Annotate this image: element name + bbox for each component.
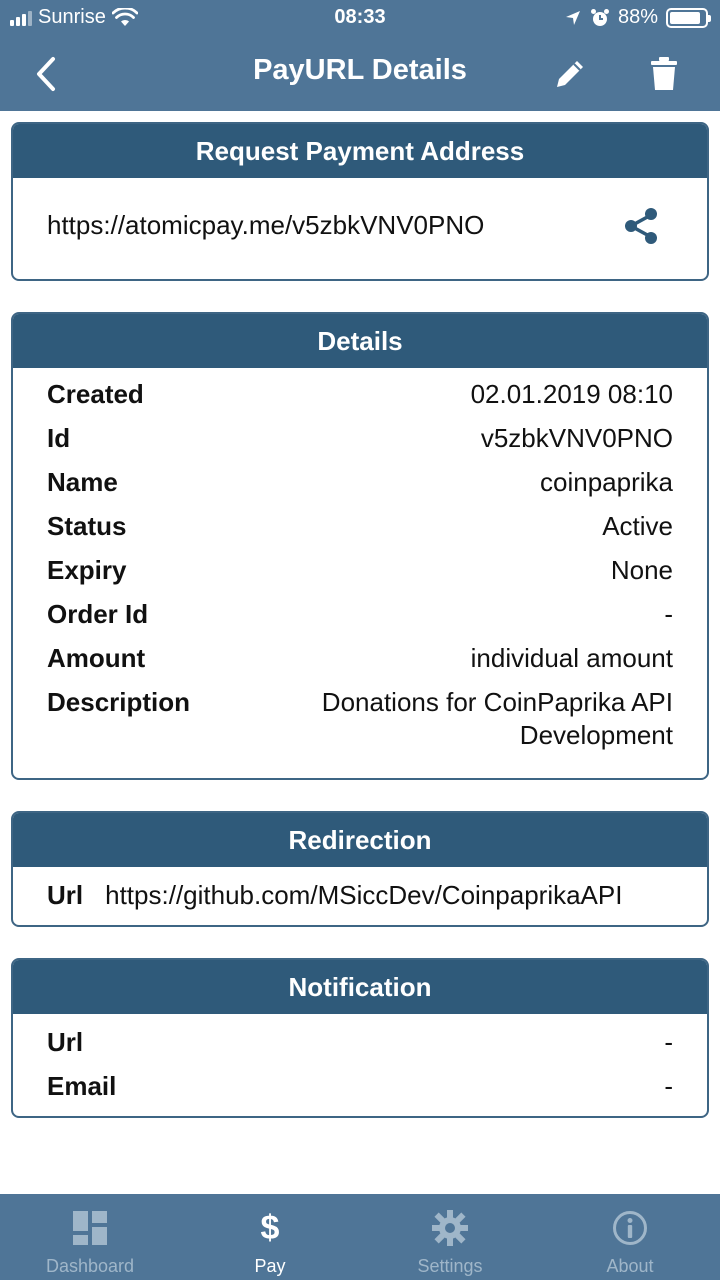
detail-value: - xyxy=(664,599,673,629)
detail-row-description: Description Donations for CoinPaprika AP… xyxy=(13,680,707,752)
battery-percent: 88% xyxy=(617,6,658,28)
detail-value: 02.01.2019 08:10 xyxy=(470,379,673,409)
notification-card: Notification Url - Email - xyxy=(11,958,709,1118)
info-icon xyxy=(610,1208,650,1248)
tab-label: Settings xyxy=(417,1256,483,1276)
redirection-url-row: Url https://github.com/MSiccDev/Coinpapr… xyxy=(13,867,707,923)
detail-row-amount: Amount individual amount xyxy=(13,636,707,680)
notification-row-email: Email - xyxy=(13,1064,707,1108)
alarm-icon xyxy=(590,8,609,26)
detail-row-order-id: Order Id - xyxy=(13,592,707,636)
redirection-url-label: Url xyxy=(47,879,84,910)
request-payment-card: Request Payment Address https://atomicpa… xyxy=(11,122,709,281)
detail-label: Id xyxy=(47,423,71,453)
gear-icon xyxy=(430,1208,470,1248)
detail-value: coinpaprika xyxy=(540,467,673,497)
detail-value: v5zbkVNV0PNO xyxy=(480,423,673,453)
detail-row-name: Name coinpaprika xyxy=(13,460,707,504)
page-title: PayURL Details xyxy=(253,54,467,86)
card-title: Redirection xyxy=(13,813,707,867)
detail-value: Donations for CoinPaprika API Developmen… xyxy=(322,680,673,752)
card-title: Details xyxy=(13,314,707,368)
detail-row-status: Status Active xyxy=(13,504,707,548)
detail-label: Expiry xyxy=(47,555,127,585)
redirection-card: Redirection Url https://github.com/MSicc… xyxy=(11,811,709,927)
notification-label: Email xyxy=(47,1071,117,1101)
tab-settings[interactable]: Settings xyxy=(360,1194,540,1280)
share-button[interactable] xyxy=(621,206,661,246)
tab-dashboard[interactable]: Dashboard xyxy=(0,1194,180,1280)
card-title: Notification xyxy=(13,960,707,1014)
tab-label: About xyxy=(606,1256,654,1276)
detail-row-id: Id v5zbkVNV0PNO xyxy=(13,416,707,460)
tab-label: Dashboard xyxy=(45,1256,135,1276)
top-bar: Sunrise 08:33 88% PayURL Details xyxy=(0,0,720,111)
dashboard-icon xyxy=(70,1208,110,1248)
dollar-icon: $ xyxy=(260,1208,280,1247)
details-card: Details Created 02.01.2019 08:10 Id v5zb… xyxy=(11,312,709,780)
detail-label: Created xyxy=(47,379,144,409)
notification-label: Url xyxy=(47,1027,84,1057)
pencil-icon xyxy=(557,61,583,87)
tab-bar: Dashboard $ Pay Settings About xyxy=(0,1194,720,1280)
trash-icon xyxy=(651,57,677,90)
detail-label: Name xyxy=(47,467,118,497)
detail-value: Active xyxy=(602,511,673,541)
location-arrow-icon xyxy=(565,10,580,25)
detail-label: Description xyxy=(47,687,191,717)
delete-button[interactable] xyxy=(642,52,686,96)
detail-label: Order Id xyxy=(47,599,149,629)
detail-value: None xyxy=(610,555,673,585)
battery-icon xyxy=(666,7,711,28)
detail-row-expiry: Expiry None xyxy=(13,548,707,592)
description-line: Development xyxy=(519,720,673,750)
notification-value: - xyxy=(664,1027,673,1057)
description-line: Donations for CoinPaprika API xyxy=(321,687,673,717)
share-icon xyxy=(625,208,657,244)
detail-label: Amount xyxy=(47,643,146,673)
detail-row-created: Created 02.01.2019 08:10 xyxy=(13,372,707,416)
card-title: Request Payment Address xyxy=(13,124,707,178)
detail-label: Status xyxy=(47,511,127,541)
status-bar: Sunrise 08:33 88% xyxy=(0,0,720,36)
tab-pay[interactable]: $ Pay xyxy=(180,1194,360,1280)
tab-label: Pay xyxy=(254,1256,286,1276)
payment-address[interactable]: https://atomicpay.me/v5zbkVNV0PNO xyxy=(47,210,484,241)
detail-value: individual amount xyxy=(470,643,673,673)
notification-row-url: Url - xyxy=(13,1020,707,1064)
notification-value: - xyxy=(664,1071,673,1101)
edit-button[interactable] xyxy=(548,52,592,96)
tab-about[interactable]: About xyxy=(540,1194,720,1280)
redirection-url-value[interactable]: https://github.com/MSiccDev/CoinpaprikaA… xyxy=(105,880,622,911)
